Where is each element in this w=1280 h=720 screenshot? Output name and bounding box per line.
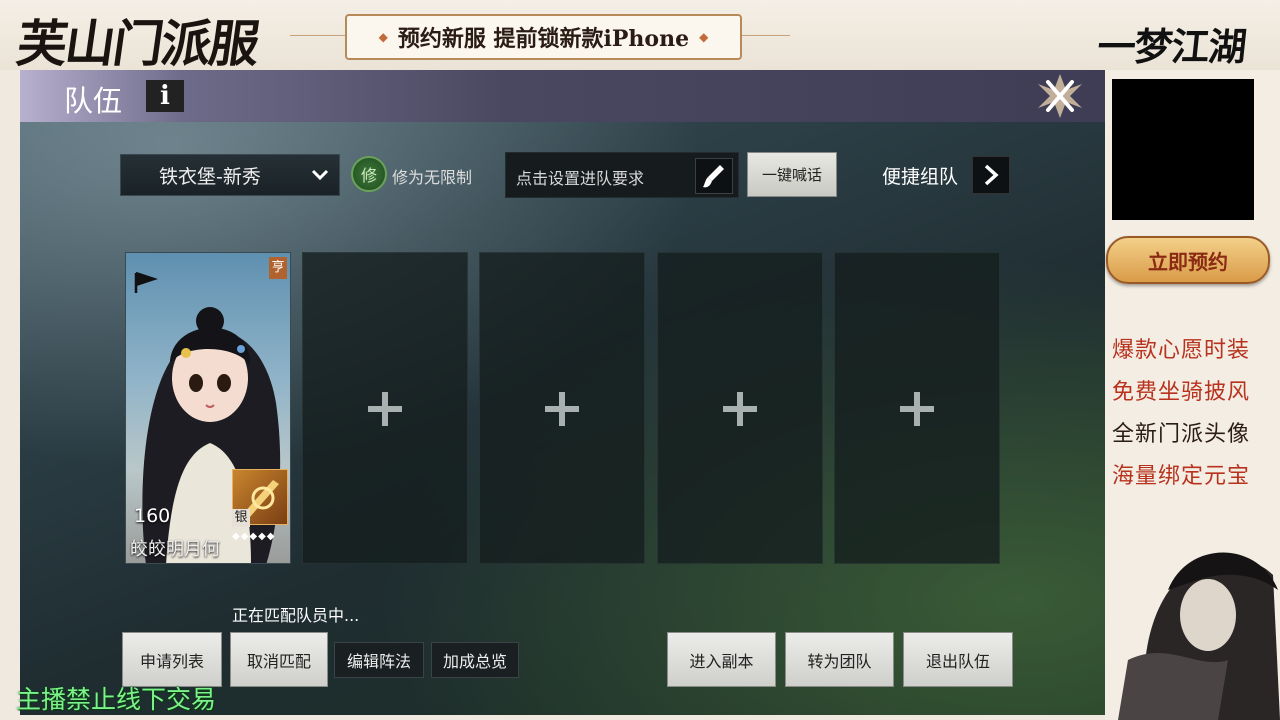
- server-dropdown[interactable]: 铁衣堡-新秀: [120, 154, 340, 196]
- perk-text: 免费坐骑披风: [1112, 380, 1251, 405]
- member-level: 160: [134, 505, 171, 527]
- member-role-badge: 亨: [269, 257, 287, 279]
- empty-slot[interactable]: [657, 252, 823, 564]
- plus-icon: [900, 392, 934, 426]
- promo-divider: [290, 35, 345, 36]
- matching-status: 正在匹配队员中...: [232, 606, 360, 625]
- promo-text: 预约新服 提前锁新款iPhone: [397, 26, 690, 52]
- close-icon[interactable]: [1030, 70, 1090, 122]
- empty-slot[interactable]: [479, 252, 645, 564]
- server-dropdown-value: 铁衣堡-新秀: [159, 165, 261, 188]
- stream-notice: 主播禁止线下交易: [16, 685, 217, 714]
- brand-logo-left: 芙山门派服: [13, 14, 262, 73]
- empty-slot[interactable]: [834, 252, 1000, 564]
- top-banner: 芙山门派服 预约新服 提前锁新款iPhone 一梦江湖: [0, 0, 1280, 73]
- hero-illustration: [1108, 520, 1280, 720]
- chevron-right-icon[interactable]: [972, 156, 1010, 194]
- member-name: 皎皎明月何: [130, 539, 220, 560]
- plus-icon: [545, 392, 579, 426]
- member-stars: ◆◆◆◆◆: [232, 531, 276, 542]
- title-bar: 队伍 i: [20, 70, 1105, 122]
- quick-team-label[interactable]: 便捷组队: [882, 162, 958, 189]
- chevron-down-icon: [309, 163, 331, 189]
- rank-tag: 银: [232, 509, 250, 527]
- brush-icon[interactable]: [695, 158, 733, 194]
- team-member-card[interactable]: 亨 银 160 ◆◆◆◆◆ 皎皎明月何: [125, 252, 291, 564]
- cultivation-limit-text: 修为无限制: [392, 168, 473, 187]
- leave-team-button[interactable]: 退出队伍: [903, 632, 1013, 687]
- convert-to-raid-button[interactable]: 转为团队: [785, 632, 894, 687]
- webcam-box: [1112, 79, 1254, 220]
- perk-text: 全新门派头像: [1112, 422, 1251, 447]
- promo-banner: 预约新服 提前锁新款iPhone: [345, 14, 742, 60]
- cancel-match-button[interactable]: 取消匹配: [230, 632, 328, 687]
- brand-logo-right: 一梦江湖: [1095, 24, 1249, 69]
- team-requirement-placeholder: 点击设置进队要求: [516, 169, 645, 188]
- plus-icon: [723, 392, 757, 426]
- apply-list-button[interactable]: 申请列表: [122, 632, 222, 687]
- reserve-button[interactable]: 立即预约: [1106, 236, 1270, 284]
- window-title: 队伍: [64, 84, 123, 118]
- info-icon[interactable]: i: [146, 80, 184, 112]
- team-window: 队伍 i 铁衣堡-新秀 修 修为无限制 点击设置进队要求 一键喊话 便捷组队 亨…: [20, 70, 1105, 715]
- empty-slot[interactable]: [302, 252, 468, 564]
- enter-dungeon-button[interactable]: 进入副本: [667, 632, 776, 687]
- one-click-shout-button[interactable]: 一键喊话: [747, 152, 837, 197]
- cultivation-icon[interactable]: 修: [351, 156, 387, 192]
- perk-text: 海量绑定元宝: [1112, 464, 1251, 489]
- plus-icon: [368, 392, 402, 426]
- promo-divider: [740, 35, 790, 36]
- bonus-overview-button[interactable]: 加成总览: [431, 642, 519, 678]
- edit-formation-button[interactable]: 编辑阵法: [334, 642, 424, 678]
- perk-text: 爆款心愿时装: [1112, 338, 1251, 363]
